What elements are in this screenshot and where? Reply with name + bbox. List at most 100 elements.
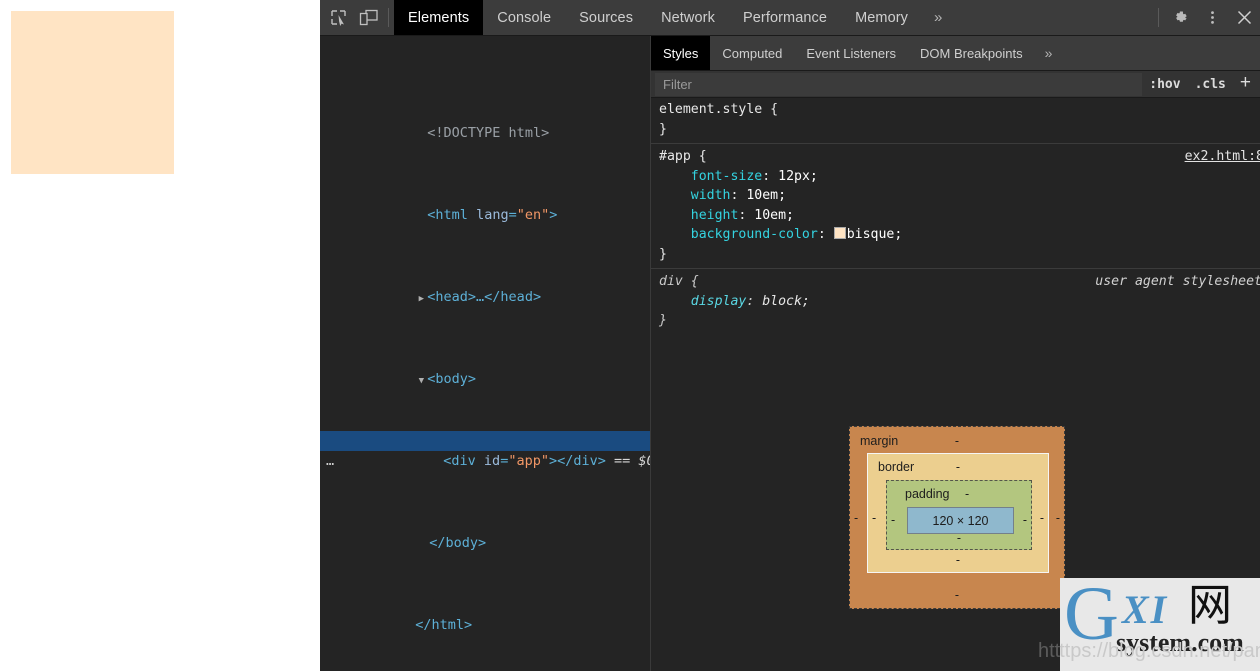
box-model-margin-bottom-value[interactable]: -	[850, 588, 1064, 602]
device-toolbar-icon[interactable]	[353, 0, 383, 35]
dom-line-div-app[interactable]: … <div id="app"></div> == $0	[320, 430, 650, 469]
dom-line-body-open[interactable]: ▼ <body>	[320, 349, 650, 387]
div-attr-name: id	[483, 453, 501, 469]
toolbar-right-actions	[1153, 0, 1260, 35]
tab-performance[interactable]: Performance	[729, 0, 841, 35]
dom-line-head[interactable]: ▶ <head>…</head>	[320, 267, 650, 305]
box-model-padding[interactable]: padding - - - - 120 × 120	[886, 480, 1032, 550]
dom-line-body-close[interactable]: </body>	[320, 513, 650, 551]
box-model-padding-top-value[interactable]: -	[965, 487, 969, 501]
dom-line-html[interactable]: <html lang="en">	[320, 185, 650, 223]
cls-toggle-button[interactable]: .cls	[1188, 77, 1233, 92]
box-model-border[interactable]: border - - - - padding - - - - 120 × 120	[867, 453, 1049, 573]
watermark-logo-cn: 网	[1188, 580, 1232, 631]
node-ellipsis-icon[interactable]: …	[326, 451, 335, 472]
chevron-right-icon[interactable]: ▶	[415, 289, 427, 310]
tab-sources-label: Sources	[579, 9, 634, 26]
tab-network[interactable]: Network	[647, 0, 729, 35]
declaration-name-font-size[interactable]: font-size	[691, 169, 762, 184]
box-model-border-bottom-value[interactable]: -	[868, 553, 1048, 567]
dom-line-doctype[interactable]: <!DOCTYPE html>	[320, 103, 650, 141]
rule-origin-link[interactable]: ex2.html:8	[1185, 147, 1260, 167]
html-open-prefix: <html	[427, 207, 477, 223]
box-model-border-top-value[interactable]: -	[868, 460, 1048, 474]
tab-styles[interactable]: Styles	[651, 36, 711, 70]
tab-styles-label: Styles	[663, 45, 699, 61]
app-div-preview	[11, 11, 174, 174]
tab-event-listeners-label: Event Listeners	[806, 45, 896, 61]
filter-input[interactable]	[655, 72, 1143, 96]
tab-elements[interactable]: Elements	[394, 0, 484, 35]
div-open-suffix: ></div>	[548, 453, 606, 469]
close-icon[interactable]	[1228, 0, 1260, 35]
box-model-border-left-value[interactable]: -	[872, 511, 876, 525]
tab-computed-label: Computed	[722, 45, 783, 61]
watermark: G XI 网 system.com https://blog.csdn.net/…	[1060, 578, 1260, 671]
color-swatch-icon[interactable]	[833, 227, 846, 239]
box-model-margin-top-value[interactable]: -	[850, 434, 1064, 448]
styles-more-tabs-chevron-icon[interactable]: »	[1035, 36, 1063, 70]
rule-selector: div {	[659, 274, 699, 289]
rule-div-user-agent[interactable]: user agent stylesheet div { display: bloc…	[651, 269, 1260, 336]
styles-pane: Styles Computed Event Listeners DOM Brea…	[651, 36, 1260, 671]
styles-filter-bar: :hov .cls +	[651, 71, 1260, 98]
declaration-name-height[interactable]: height	[691, 208, 739, 223]
declaration-name-display: display	[690, 293, 747, 309]
rule-app[interactable]: ex2.html:8 #app { font-size: 12px; width:…	[651, 144, 1260, 269]
tab-memory[interactable]: Memory	[841, 0, 922, 35]
box-model-margin[interactable]: margin - - - - border - - - - padding -	[849, 426, 1065, 609]
declaration-value-background-color[interactable]: bisque;	[847, 227, 903, 242]
box-model-margin-right-value[interactable]: -	[1056, 511, 1060, 525]
div-attr-value: "app"	[508, 453, 549, 469]
body-open-text: <body>	[427, 371, 477, 387]
body-close-text: </body>	[429, 535, 487, 551]
dom-line-html-close[interactable]: </html>	[320, 595, 650, 633]
rule-close-brace: }	[659, 246, 667, 262]
box-model-padding-label: padding	[905, 487, 950, 501]
box-model-border-right-value[interactable]: -	[1040, 511, 1044, 525]
declaration-name-width[interactable]: width	[691, 188, 731, 203]
watermark-logo-xi: XI	[1122, 587, 1169, 632]
tab-console[interactable]: Console	[483, 0, 565, 35]
page-viewport	[0, 0, 320, 671]
rule-origin-user-agent: user agent stylesheet	[1095, 274, 1260, 289]
new-style-rule-button[interactable]: +	[1233, 73, 1260, 95]
rule-selector: #app {	[659, 149, 707, 164]
tab-performance-label: Performance	[742, 9, 828, 26]
rule-element-style[interactable]: element.style { }	[651, 97, 1260, 144]
tab-elements-label: Elements	[408, 9, 470, 26]
tab-memory-label: Memory	[855, 9, 909, 26]
html-attr-name: lang	[476, 207, 509, 223]
more-vertical-icon[interactable]	[1196, 0, 1228, 35]
html-attr-eq: =	[508, 207, 517, 223]
box-model-padding-right-value[interactable]: -	[1023, 513, 1027, 527]
tab-sources[interactable]: Sources	[565, 0, 647, 35]
dom-tree: <!DOCTYPE html> <html lang="en"> ▶ <head>…	[320, 36, 650, 671]
box-model-margin-left-value[interactable]: -	[854, 511, 858, 525]
declaration-value-width[interactable]: 10em;	[746, 188, 786, 203]
declaration-value-height[interactable]: 10em;	[754, 208, 794, 223]
tab-computed[interactable]: Computed	[710, 36, 794, 70]
rule-close-brace: }	[659, 121, 667, 137]
devtools-toolbar: Elements Console Sources Network Perform…	[320, 0, 1260, 36]
head-text: <head>…</head>	[427, 289, 542, 305]
chevron-down-icon[interactable]: ▼	[415, 371, 427, 392]
box-model-content-size[interactable]: 120 × 120	[907, 507, 1014, 534]
box-model-padding-left-value[interactable]: -	[891, 513, 895, 527]
tab-dom-breakpoints[interactable]: DOM Breakpoints	[908, 36, 1035, 70]
more-tabs-chevron-icon[interactable]: »	[922, 0, 954, 35]
hov-toggle-button[interactable]: :hov	[1142, 77, 1187, 92]
inspect-element-icon[interactable]	[323, 0, 353, 35]
html-attr-value: "en"	[516, 207, 550, 223]
doctype-text: <!DOCTYPE html>	[427, 125, 550, 141]
selected-node-ref: == $0	[605, 453, 651, 469]
toolbar-divider-right	[1158, 8, 1159, 27]
declaration-name-background-color[interactable]: background-color	[691, 227, 818, 242]
gear-icon[interactable]	[1164, 0, 1196, 35]
tab-dom-breakpoints-label: DOM Breakpoints	[920, 45, 1023, 61]
devtools-panel: Elements Console Sources Network Perform…	[320, 0, 1260, 671]
tab-event-listeners[interactable]: Event Listeners	[794, 36, 908, 70]
watermark-url: https://blog.csdn.net/panda_8	[1060, 640, 1260, 662]
declaration-value-font-size[interactable]: 12px;	[778, 169, 818, 184]
